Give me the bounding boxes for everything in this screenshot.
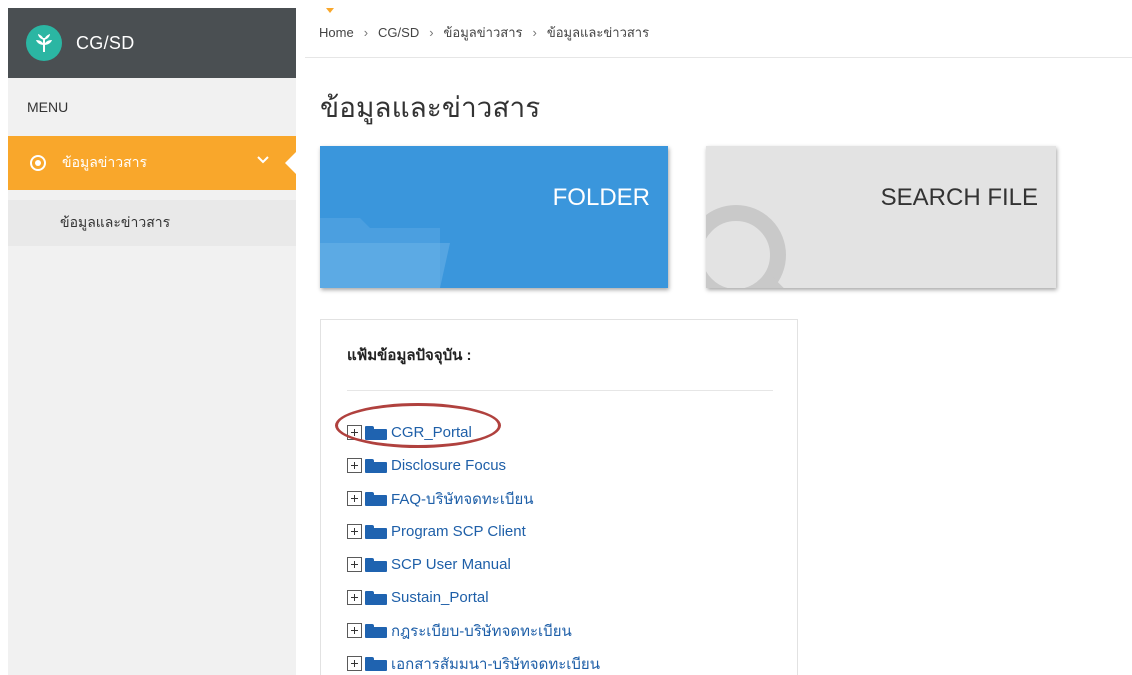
header-divider: [305, 57, 1132, 58]
search-file-tile[interactable]: SEARCH FILE: [706, 146, 1056, 288]
tree-item-program-scp-client[interactable]: Program SCP Client: [347, 515, 600, 548]
tree-item-faq[interactable]: FAQ-บริษัทจดทะเบียน: [347, 482, 600, 515]
tree-item-label[interactable]: Sustain_Portal: [391, 589, 489, 606]
tree-item-label[interactable]: FAQ-บริษัทจดทะเบียน: [391, 487, 534, 511]
breadcrumb-current: ข้อมูลและข่าวสาร: [546, 25, 650, 40]
brand-header[interactable]: CG/SD: [8, 8, 296, 78]
folder-icon: [320, 218, 450, 288]
panel-divider: [347, 390, 773, 391]
breadcrumb: Home › CG/SD › ข้อมูลข่าวสาร › ข้อมูลและ…: [319, 22, 649, 43]
tree-item-regulations[interactable]: กฎระเบียบ-บริษัทจดทะเบียน: [347, 614, 600, 647]
folder-icon: [365, 491, 387, 506]
folder-icon: [365, 524, 387, 539]
expand-plus-icon[interactable]: [347, 458, 362, 473]
folder-icon: [365, 458, 387, 473]
page-title: ข้อมูลและข่าวสาร: [320, 92, 541, 123]
sidebar: CG/SD MENU ข้อมูลข่าวสาร ข้อมูลและข่าวสา…: [8, 8, 297, 675]
breadcrumb-cgsd[interactable]: CG/SD: [378, 25, 419, 40]
chevron-down-icon: [257, 156, 269, 164]
search-icon: [706, 205, 786, 288]
folder-tree: CGR_Portal Disclosure Focus FAQ-บริษัทจด…: [347, 416, 600, 675]
active-notch: [285, 151, 297, 175]
expand-plus-icon[interactable]: [347, 425, 362, 440]
current-files-panel: แฟ้มข้อมูลปัจจุบัน : CGR_Portal Disclosu…: [320, 319, 798, 675]
chevron-right-icon: ›: [363, 25, 369, 40]
tree-item-scp-user-manual[interactable]: SCP User Manual: [347, 548, 600, 581]
expand-plus-icon[interactable]: [347, 623, 362, 638]
sidebar-subitem-news-info[interactable]: ข้อมูลและข่าวสาร: [8, 200, 296, 246]
expand-plus-icon[interactable]: [347, 557, 362, 572]
folder-tile-label: FOLDER: [552, 184, 650, 211]
tree-item-label[interactable]: Program SCP Client: [391, 523, 526, 540]
folder-tile[interactable]: FOLDER: [320, 146, 668, 288]
expand-plus-icon[interactable]: [347, 590, 362, 605]
sidebar-item-news[interactable]: ข้อมูลข่าวสาร: [8, 136, 297, 190]
tree-item-disclosure-focus[interactable]: Disclosure Focus: [347, 449, 600, 482]
folder-icon: [365, 557, 387, 572]
breadcrumb-home[interactable]: Home: [319, 25, 354, 40]
folder-icon: [365, 425, 387, 440]
tree-item-label[interactable]: เอกสารสัมมนา-บริษัทจดทะเบียน: [391, 652, 600, 675]
breadcrumb-news[interactable]: ข้อมูลข่าวสาร: [444, 22, 523, 43]
tree-item-label[interactable]: กฎระเบียบ-บริษัทจดทะเบียน: [391, 619, 572, 643]
brand-name: CG/SD: [76, 32, 135, 53]
tree-item-sustain-portal[interactable]: Sustain_Portal: [347, 581, 600, 614]
panel-title: แฟ้มข้อมูลปัจจุบัน :: [347, 347, 472, 364]
leaf-logo-icon: [26, 25, 62, 61]
expand-plus-icon[interactable]: [347, 524, 362, 539]
breadcrumb-marker: [326, 8, 334, 13]
expand-plus-icon[interactable]: [347, 491, 362, 506]
tree-item-label[interactable]: CGR_Portal: [391, 424, 472, 441]
folder-icon: [365, 590, 387, 605]
tree-item-label[interactable]: SCP User Manual: [391, 556, 511, 573]
expand-plus-icon[interactable]: [347, 656, 362, 671]
tree-item-seminar-docs[interactable]: เอกสารสัมมนา-บริษัทจดทะเบียน: [347, 647, 600, 675]
radio-target-icon: [30, 155, 46, 171]
menu-label: MENU: [27, 99, 69, 115]
tree-item-cgr-portal[interactable]: CGR_Portal: [347, 416, 600, 449]
tree-item-label[interactable]: Disclosure Focus: [391, 457, 506, 474]
chevron-right-icon: ›: [429, 25, 434, 40]
folder-icon: [365, 656, 387, 671]
chevron-right-icon: ›: [532, 25, 537, 40]
sidebar-item-label: ข้อมูลข่าวสาร: [62, 154, 148, 170]
search-file-tile-label: SEARCH FILE: [880, 184, 1038, 211]
folder-icon: [365, 623, 387, 638]
